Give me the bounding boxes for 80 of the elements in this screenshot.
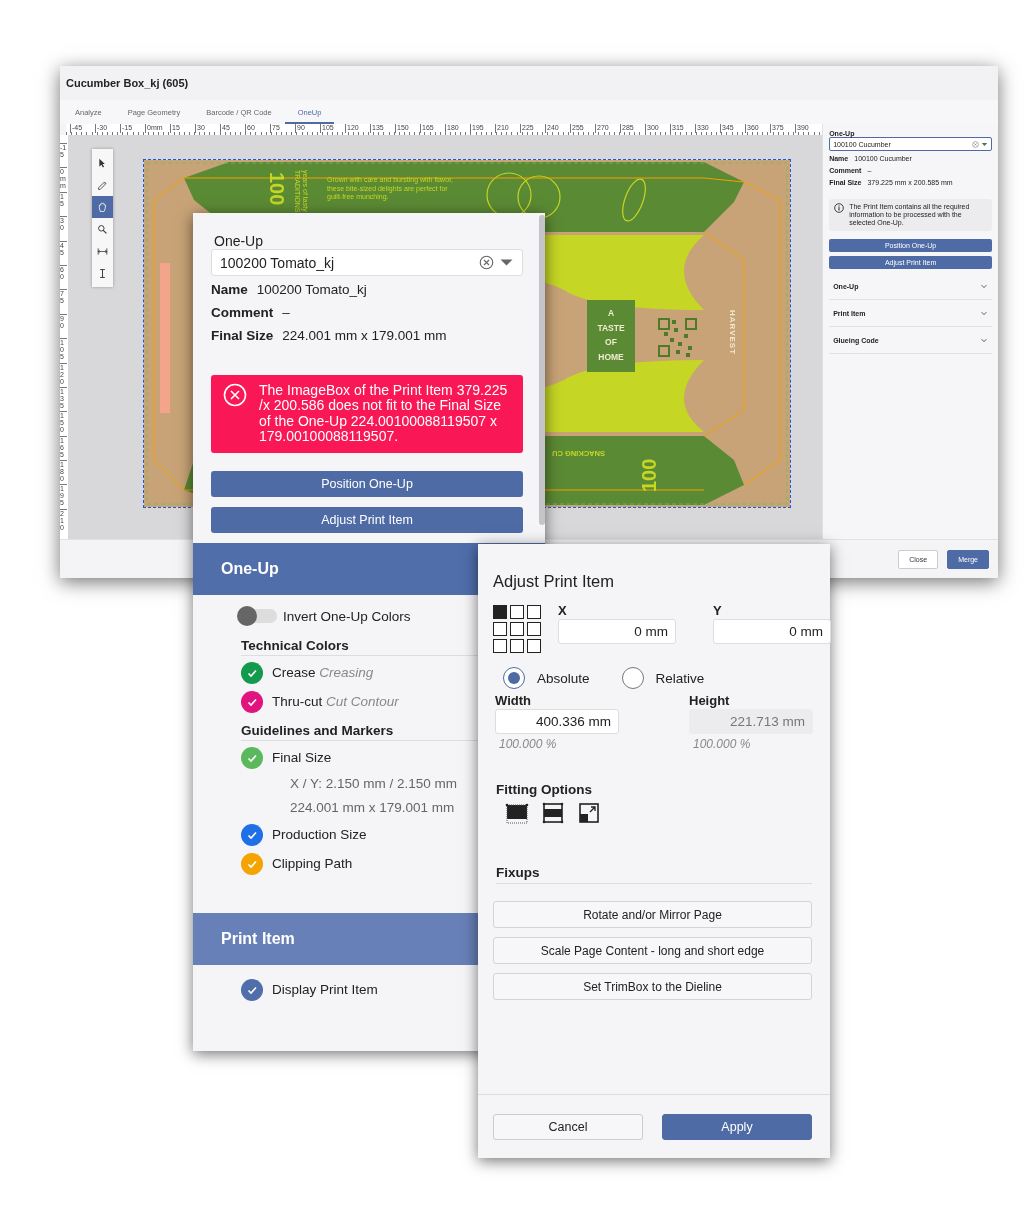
- text-cursor-icon: [97, 267, 108, 279]
- checkbox[interactable]: [241, 823, 263, 846]
- field-label: X: [558, 603, 568, 618]
- radio-label: Absolute: [537, 670, 590, 686]
- input-field[interactable]: 400.336 mm: [495, 709, 619, 734]
- scale-frame-button[interactable]: [577, 801, 601, 825]
- fit-frame-icon: [541, 801, 565, 825]
- qr-code-icon: [658, 318, 697, 357]
- anchor-point[interactable]: [493, 622, 507, 636]
- input-field[interactable]: 0 mm: [558, 619, 676, 644]
- scale-frame-icon: [577, 801, 601, 825]
- checkbox[interactable]: [241, 978, 263, 1001]
- field-label: Height: [689, 693, 731, 708]
- radio-label: Relative: [655, 670, 705, 686]
- fixup-button[interactable]: Scale Page Content - long and short edge: [493, 937, 812, 964]
- chevron-icon: [980, 282, 988, 291]
- clear-icon: [971, 140, 979, 148]
- cancel-button[interactable]: Cancel: [493, 1113, 643, 1140]
- radio-button[interactable]: [621, 667, 644, 689]
- option-label: Thru-cut Cut Contour: [272, 694, 399, 710]
- section-heading: Fitting Options: [496, 782, 593, 797]
- info-icon: [834, 203, 845, 213]
- field-value: 100200 Tomato_kj: [256, 282, 367, 297]
- scrollbar[interactable]: [539, 215, 545, 525]
- dropdown-value: 100200 Tomato_kj: [220, 254, 336, 271]
- search-icon: [97, 223, 108, 235]
- percent-text: 100.000 %: [693, 737, 752, 751]
- field-label: Name: [211, 282, 248, 297]
- message-text: The ImageBox of the Print Item 379.225 /x 200.586 does not fit to the Final Size of the One-Up 224.00100088119507 x 179.00100088119507.: [259, 383, 509, 445]
- anchor-point[interactable]: [510, 622, 524, 636]
- one-up-dropdown[interactable]: 100200 Tomato_kj: [211, 249, 523, 276]
- option-label: Production Size: [272, 827, 367, 843]
- field-label: Comment: [211, 305, 274, 320]
- anchor-point[interactable]: [493, 639, 507, 653]
- option-label: Clipping Path: [272, 856, 353, 872]
- checkbox[interactable]: [241, 852, 263, 875]
- toggle-label: Invert One-Up Colors: [283, 608, 411, 624]
- window-title: Cucumber Box_kj (605): [66, 77, 189, 89]
- toggle-switch[interactable]: [239, 609, 277, 624]
- field-label: One-Up: [214, 233, 265, 249]
- field-value: –: [282, 305, 290, 320]
- brand-name: HARVEST: [728, 310, 737, 356]
- year-number: 100: [638, 458, 660, 492]
- section-heading: Fixups: [496, 865, 812, 884]
- checkbox[interactable]: [241, 690, 263, 713]
- fill-frame-button[interactable]: [505, 801, 529, 825]
- checkbox[interactable]: [241, 661, 263, 684]
- slogan-label: A TASTE OF HOME: [597, 308, 625, 362]
- radio-button[interactable]: [503, 667, 525, 689]
- field-label: Final Size: [211, 328, 274, 343]
- year-number: 100: [266, 172, 288, 206]
- input-field[interactable]: 0 mm: [713, 619, 831, 644]
- clear-icon: [479, 255, 494, 270]
- anchor-point[interactable]: [527, 639, 541, 653]
- detail-text: 224.001 mm x 179.001 mm: [290, 798, 455, 817]
- dropdown-caret-icon: [981, 140, 988, 148]
- anchor-point[interactable]: [510, 605, 524, 619]
- anchor-point[interactable]: [510, 639, 524, 653]
- panel-button[interactable]: Position One-Up: [211, 470, 523, 497]
- apply-button[interactable]: Apply: [662, 1113, 812, 1140]
- field-label: Width: [495, 693, 532, 708]
- error-icon: [223, 383, 247, 407]
- fill-frame-icon: [505, 801, 529, 825]
- chevron-icon: [980, 336, 988, 345]
- anchor-point[interactable]: [527, 605, 541, 619]
- chevron-icon: [980, 309, 988, 318]
- fit-frame-button[interactable]: [541, 801, 565, 825]
- option-label: Display Print Item: [272, 982, 378, 998]
- anchor-point[interactable]: [527, 622, 541, 636]
- field-label: Y: [713, 603, 723, 618]
- option-label: Crease Creasing: [272, 665, 374, 681]
- fixup-button[interactable]: Set TrimBox to the Dieline: [493, 973, 812, 1000]
- panel-button[interactable]: Adjust Print Item: [211, 506, 523, 533]
- fixup-button[interactable]: Rotate and/or Mirror Page: [493, 901, 812, 928]
- option-label: Final Size: [272, 750, 332, 766]
- checkbox[interactable]: [241, 746, 263, 769]
- field-value: 224.001 mm x 179.001 mm: [282, 328, 447, 343]
- pencil-icon: [97, 179, 108, 191]
- measure-icon: [97, 245, 108, 257]
- detail-text: X / Y: 2.150 mm / 2.150 mm: [290, 774, 458, 793]
